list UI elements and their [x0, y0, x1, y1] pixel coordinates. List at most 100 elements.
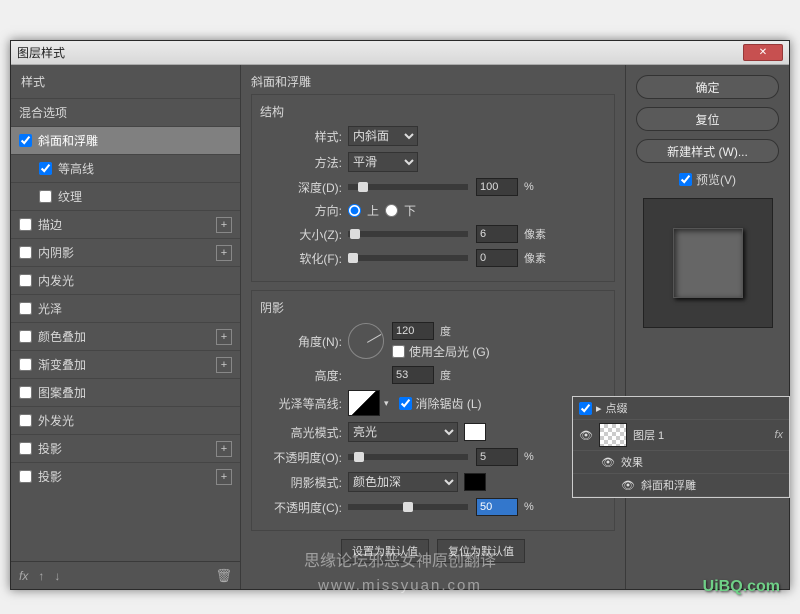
altitude-input[interactable] [392, 366, 434, 384]
hl-opacity-input[interactable] [476, 448, 518, 466]
soften-unit: 像素 [524, 250, 546, 266]
add-drop-shadow2-icon[interactable]: + [216, 469, 232, 485]
gloss-contour-swatch[interactable] [348, 390, 380, 416]
inner-shadow-row[interactable]: 内阴影 + [11, 238, 240, 266]
add-inner-shadow-icon[interactable]: + [216, 245, 232, 261]
drop-shadow-checkbox[interactable] [19, 442, 32, 455]
bevel-emboss-row[interactable]: 斜面和浮雕 [11, 126, 240, 154]
direction-down-radio[interactable] [385, 204, 398, 217]
depth-unit: % [524, 181, 534, 193]
size-unit: 像素 [524, 226, 546, 242]
sh-opacity-input[interactable] [476, 498, 518, 516]
depth-slider[interactable] [348, 184, 468, 190]
layer-thumbnail[interactable] [599, 423, 627, 447]
size-slider[interactable] [348, 231, 468, 237]
highlight-mode-select[interactable]: 亮光 [348, 422, 458, 442]
shadow-color-swatch[interactable] [464, 473, 486, 491]
preview-box [643, 198, 773, 328]
trash-icon[interactable]: 🗑 [215, 568, 232, 584]
ok-button[interactable]: 确定 [636, 75, 779, 99]
color-overlay-checkbox[interactable] [19, 330, 32, 343]
cancel-button[interactable]: 复位 [636, 107, 779, 131]
bevel-effect-row[interactable]: 👁 斜面和浮雕 [573, 474, 789, 497]
pattern-overlay-row[interactable]: 图案叠加 [11, 378, 240, 406]
fx-tag: fx [774, 429, 783, 441]
contour-row[interactable]: 等高线 [11, 154, 240, 182]
outer-glow-row[interactable]: 外发光 [11, 406, 240, 434]
layer-row[interactable]: 👁 图层 1 fx [573, 420, 789, 451]
depth-label: 深度(D): [260, 179, 348, 196]
antialias-checkbox[interactable] [399, 397, 412, 410]
add-drop-shadow-icon[interactable]: + [216, 441, 232, 457]
eye-icon[interactable]: 👁 [579, 429, 593, 442]
effects-label: 效果 [621, 454, 643, 470]
stroke-checkbox[interactable] [19, 218, 32, 231]
structure-title: 结构 [260, 103, 606, 120]
grad-overlay-row[interactable]: 渐变叠加 + [11, 350, 240, 378]
grad-overlay-checkbox[interactable] [19, 358, 32, 371]
fx-icon[interactable]: fx [19, 569, 28, 583]
drop-shadow2-checkbox[interactable] [19, 470, 32, 483]
close-button[interactable]: ✕ [743, 44, 783, 61]
effects-row[interactable]: 👁 效果 [573, 451, 789, 474]
technique-select[interactable]: 平滑 [348, 152, 418, 172]
structure-group: 结构 样式: 内斜面 方法: 平滑 深度(D): % 方向: [251, 94, 615, 282]
group-visibility-checkbox[interactable] [579, 402, 592, 415]
inner-glow-checkbox[interactable] [19, 274, 32, 287]
drop-shadow-row[interactable]: 投影 + [11, 434, 240, 462]
move-down-icon[interactable]: ↓ [54, 569, 60, 583]
angle-input[interactable] [392, 322, 434, 340]
stroke-row[interactable]: 描边 + [11, 210, 240, 238]
style-select[interactable]: 内斜面 [348, 126, 418, 146]
shadow-mode-label: 阴影模式: [260, 474, 348, 491]
size-input[interactable] [476, 225, 518, 243]
hl-opacity-label: 不透明度(O): [260, 449, 348, 466]
add-color-overlay-icon[interactable]: + [216, 329, 232, 345]
eye-icon-bevel[interactable]: 👁 [621, 479, 635, 492]
soften-input[interactable] [476, 249, 518, 267]
gloss-dropdown-icon[interactable]: ▾ [384, 398, 389, 409]
blending-options-row[interactable]: 混合选项 [11, 98, 240, 126]
hl-opacity-slider[interactable] [348, 454, 468, 460]
eye-icon-effects[interactable]: 👁 [601, 456, 615, 469]
pattern-overlay-checkbox[interactable] [19, 386, 32, 399]
depth-input[interactable] [476, 178, 518, 196]
global-light-checkbox[interactable] [392, 345, 405, 358]
new-style-button[interactable]: 新建样式 (W)... [636, 139, 779, 163]
shading-title: 阴影 [260, 299, 606, 316]
angle-unit: 度 [440, 323, 451, 339]
sh-opacity-label: 不透明度(C): [260, 499, 348, 516]
close-icon: ✕ [759, 47, 767, 58]
shading-group: 阴影 角度(N): 度 使用全局光 (G) [251, 290, 615, 531]
bevel-checkbox[interactable] [19, 134, 32, 147]
sh-opacity-slider[interactable] [348, 504, 468, 510]
contour-checkbox[interactable] [39, 162, 52, 175]
color-overlay-row[interactable]: 颜色叠加 + [11, 322, 240, 350]
make-default-button[interactable]: 设置为默认值 [341, 539, 429, 563]
layers-popup-header[interactable]: ▸ 点缀 [573, 397, 789, 420]
satin-row[interactable]: 光泽 [11, 294, 240, 322]
group-name: 点缀 [606, 400, 628, 416]
inner-glow-row[interactable]: 内发光 [11, 266, 240, 294]
styles-footer: fx ↑ ↓ 🗑 [11, 561, 240, 589]
angle-dial[interactable] [348, 323, 384, 359]
highlight-color-swatch[interactable] [464, 423, 486, 441]
reset-default-button[interactable]: 复位为默认值 [437, 539, 525, 563]
soften-slider[interactable] [348, 255, 468, 261]
add-grad-overlay-icon[interactable]: + [216, 357, 232, 373]
brand-watermark: UiBQ.com [703, 578, 780, 596]
outer-glow-checkbox[interactable] [19, 414, 32, 427]
shadow-mode-select[interactable]: 颜色加深 [348, 472, 458, 492]
add-stroke-icon[interactable]: + [216, 217, 232, 233]
direction-up-radio[interactable] [348, 204, 361, 217]
texture-row[interactable]: 纹理 [11, 182, 240, 210]
titlebar[interactable]: 图层样式 ✕ [11, 41, 789, 65]
texture-checkbox[interactable] [39, 190, 52, 203]
move-up-icon[interactable]: ↑ [38, 569, 44, 583]
drop-shadow2-row[interactable]: 投影 + [11, 462, 240, 490]
layers-popup[interactable]: ▸ 点缀 👁 图层 1 fx 👁 效果 👁 斜面和浮雕 [572, 396, 790, 498]
satin-checkbox[interactable] [19, 302, 32, 315]
altitude-label: 高度: [260, 367, 348, 384]
preview-checkbox[interactable] [679, 173, 692, 186]
inner-shadow-checkbox[interactable] [19, 246, 32, 259]
